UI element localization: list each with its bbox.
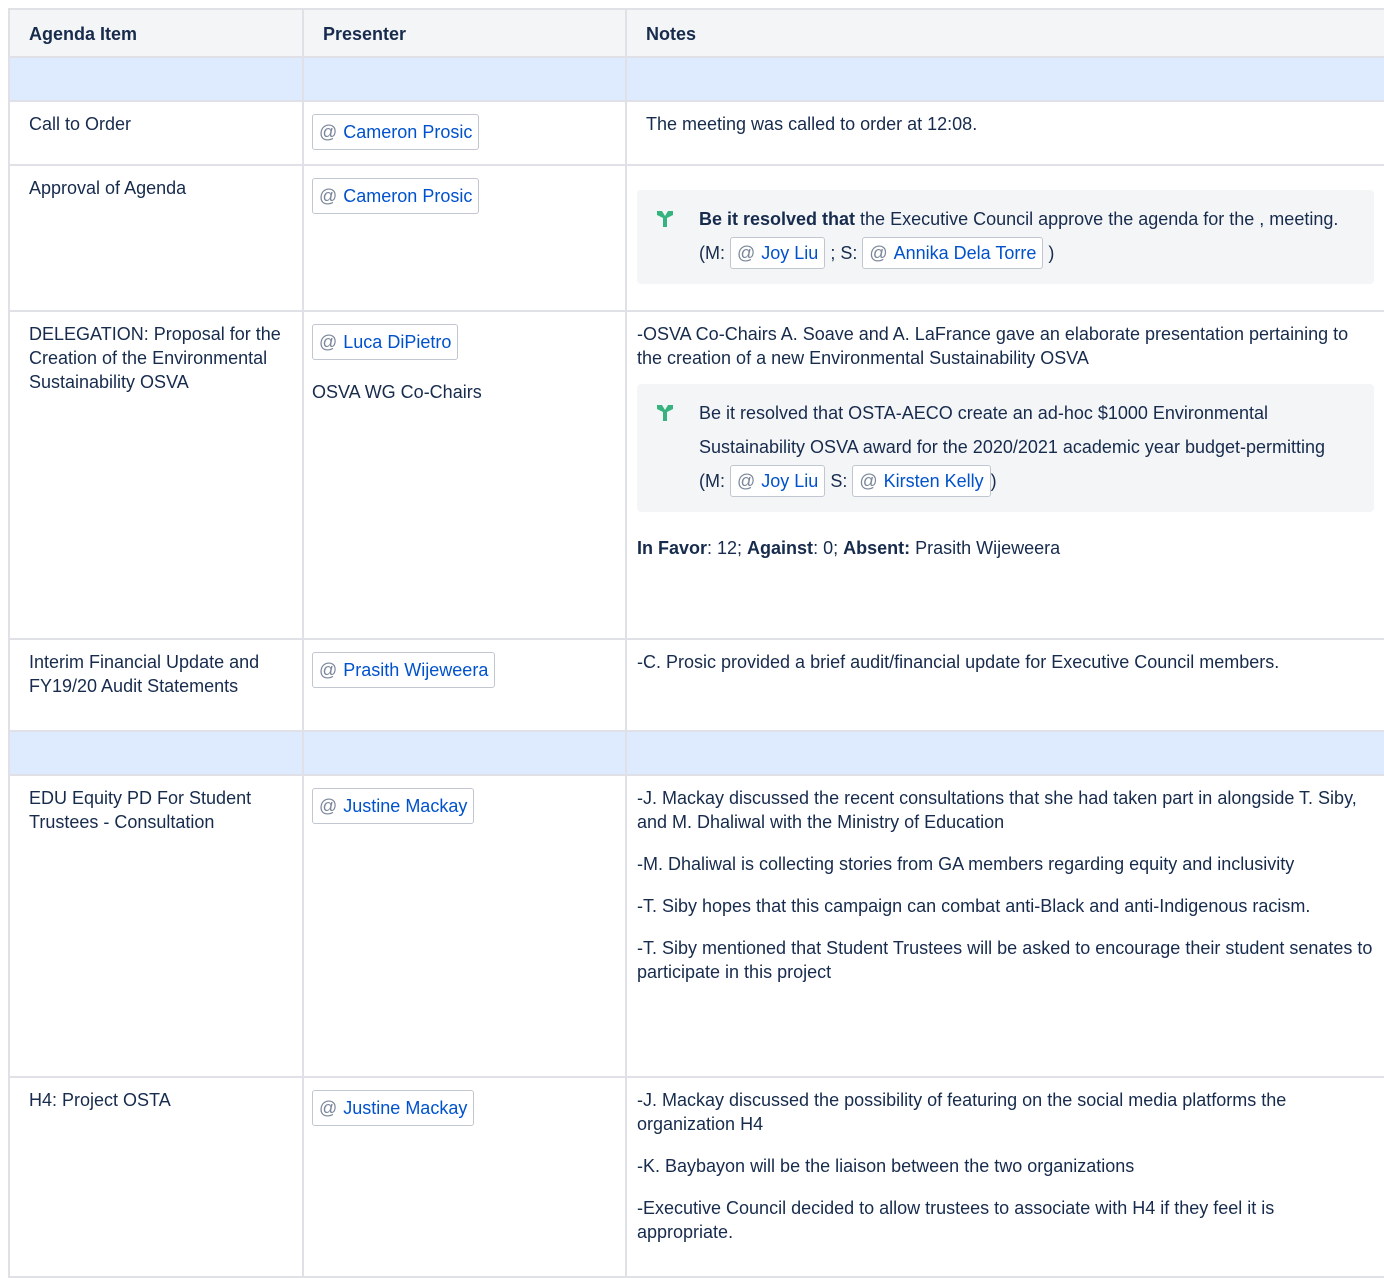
- user-mention[interactable]: @ Luca DiPietro: [312, 324, 459, 360]
- agenda-table: Agenda Item Presenter Notes Call to Orde…: [8, 8, 1384, 1278]
- header-notes: Notes: [625, 8, 1384, 58]
- note-paragraph: -K. Baybayon will be the liaison between…: [637, 1156, 1135, 1176]
- at-icon: @: [737, 471, 756, 491]
- notes-cell: -J. Mackay discussed the possibility of …: [625, 1076, 1384, 1278]
- user-mention[interactable]: @ Kirsten Kelly: [852, 465, 991, 497]
- user-mention[interactable]: @ Cameron Prosic: [312, 114, 480, 150]
- header-agenda-item: Agenda Item: [8, 8, 304, 58]
- note-paragraph: -T. Siby mentioned that Student Trustees…: [637, 938, 1373, 982]
- user-mention[interactable]: @ Justine Mackay: [312, 788, 475, 824]
- header-presenter: Presenter: [302, 8, 627, 58]
- note-paragraph: -M. Dhaliwal is collecting stories from …: [637, 854, 1295, 874]
- user-mention[interactable]: @ Annika Dela Torre: [862, 237, 1044, 269]
- at-icon: @: [319, 660, 338, 680]
- table-row: EDU Equity PD For Student Trustees - Con…: [8, 774, 1384, 1078]
- at-icon: @: [737, 243, 756, 263]
- agenda-item: Interim Financial Update and FY19/20 Aud…: [8, 638, 304, 732]
- motion-icon: [657, 405, 673, 421]
- motion-icon: [657, 211, 673, 227]
- agenda-table-wrapper: Agenda Item Presenter Notes Call to Orde…: [8, 8, 1384, 1278]
- at-icon: @: [319, 122, 338, 142]
- at-icon: @: [319, 1098, 338, 1118]
- motion-panel: Be it resolved that the Executive Counci…: [637, 190, 1374, 284]
- at-icon: @: [859, 471, 878, 491]
- agenda-item: Call to Order: [8, 100, 304, 166]
- at-icon: @: [319, 332, 338, 352]
- table-row: Approval of Agenda @ Cameron Prosic Be it…: [8, 164, 1384, 312]
- table-row: H4: Project OSTA @ Justine Mackay -J. Mac…: [8, 1076, 1384, 1278]
- at-icon: @: [869, 243, 888, 263]
- vote-result: In Favor: 12; Against: 0; Absent: Prasit…: [637, 538, 1061, 558]
- note-paragraph: -Executive Council decided to allow trus…: [637, 1198, 1275, 1242]
- user-mention[interactable]: @ Cameron Prosic: [312, 178, 480, 214]
- user-mention[interactable]: @ Justine Mackay: [312, 1090, 475, 1126]
- agenda-item: H4: Project OSTA: [8, 1076, 304, 1278]
- header-row: Agenda Item Presenter Notes: [8, 8, 1384, 58]
- note-paragraph: -OSVA Co-Chairs A. Soave and A. LaFrance…: [637, 324, 1349, 368]
- agenda-item: DELEGATION: Proposal for the Creation of…: [8, 310, 304, 640]
- notes-cell: The meeting was called to order at 12:08…: [625, 100, 1384, 166]
- notes-cell: -OSVA Co-Chairs A. Soave and A. LaFrance…: [625, 310, 1384, 640]
- user-mention[interactable]: @ Prasith Wijeweera: [312, 652, 496, 688]
- note-paragraph: -J. Mackay discussed the possibility of …: [637, 1090, 1287, 1134]
- user-mention[interactable]: @ Joy Liu: [730, 465, 826, 497]
- note-paragraph: -J. Mackay discussed the recent consulta…: [637, 788, 1357, 832]
- at-icon: @: [319, 186, 338, 206]
- agenda-item: Approval of Agenda: [8, 164, 304, 312]
- highlight-row: [8, 730, 1384, 776]
- notes-cell: Be it resolved that the Executive Counci…: [625, 164, 1384, 312]
- table-row: DELEGATION: Proposal for the Creation of…: [8, 310, 1384, 640]
- agenda-item: EDU Equity PD For Student Trustees - Con…: [8, 774, 304, 1078]
- at-icon: @: [319, 796, 338, 816]
- presenter-note: OSVA WG Co-Chairs: [312, 382, 482, 402]
- user-mention[interactable]: @ Joy Liu: [730, 237, 826, 269]
- table-row: Interim Financial Update and FY19/20 Aud…: [8, 638, 1384, 732]
- table-row: Call to Order @ Cameron Prosic The meetin…: [8, 100, 1384, 166]
- notes-cell: -J. Mackay discussed the recent consulta…: [625, 774, 1384, 1078]
- motion-panel: Be it resolved that OSTA-AECO create an …: [637, 384, 1374, 512]
- note-paragraph: -T. Siby hopes that this campaign can co…: [637, 896, 1311, 916]
- highlight-row: [8, 56, 1384, 102]
- notes-cell: -C. Prosic provided a brief audit/financ…: [625, 638, 1384, 732]
